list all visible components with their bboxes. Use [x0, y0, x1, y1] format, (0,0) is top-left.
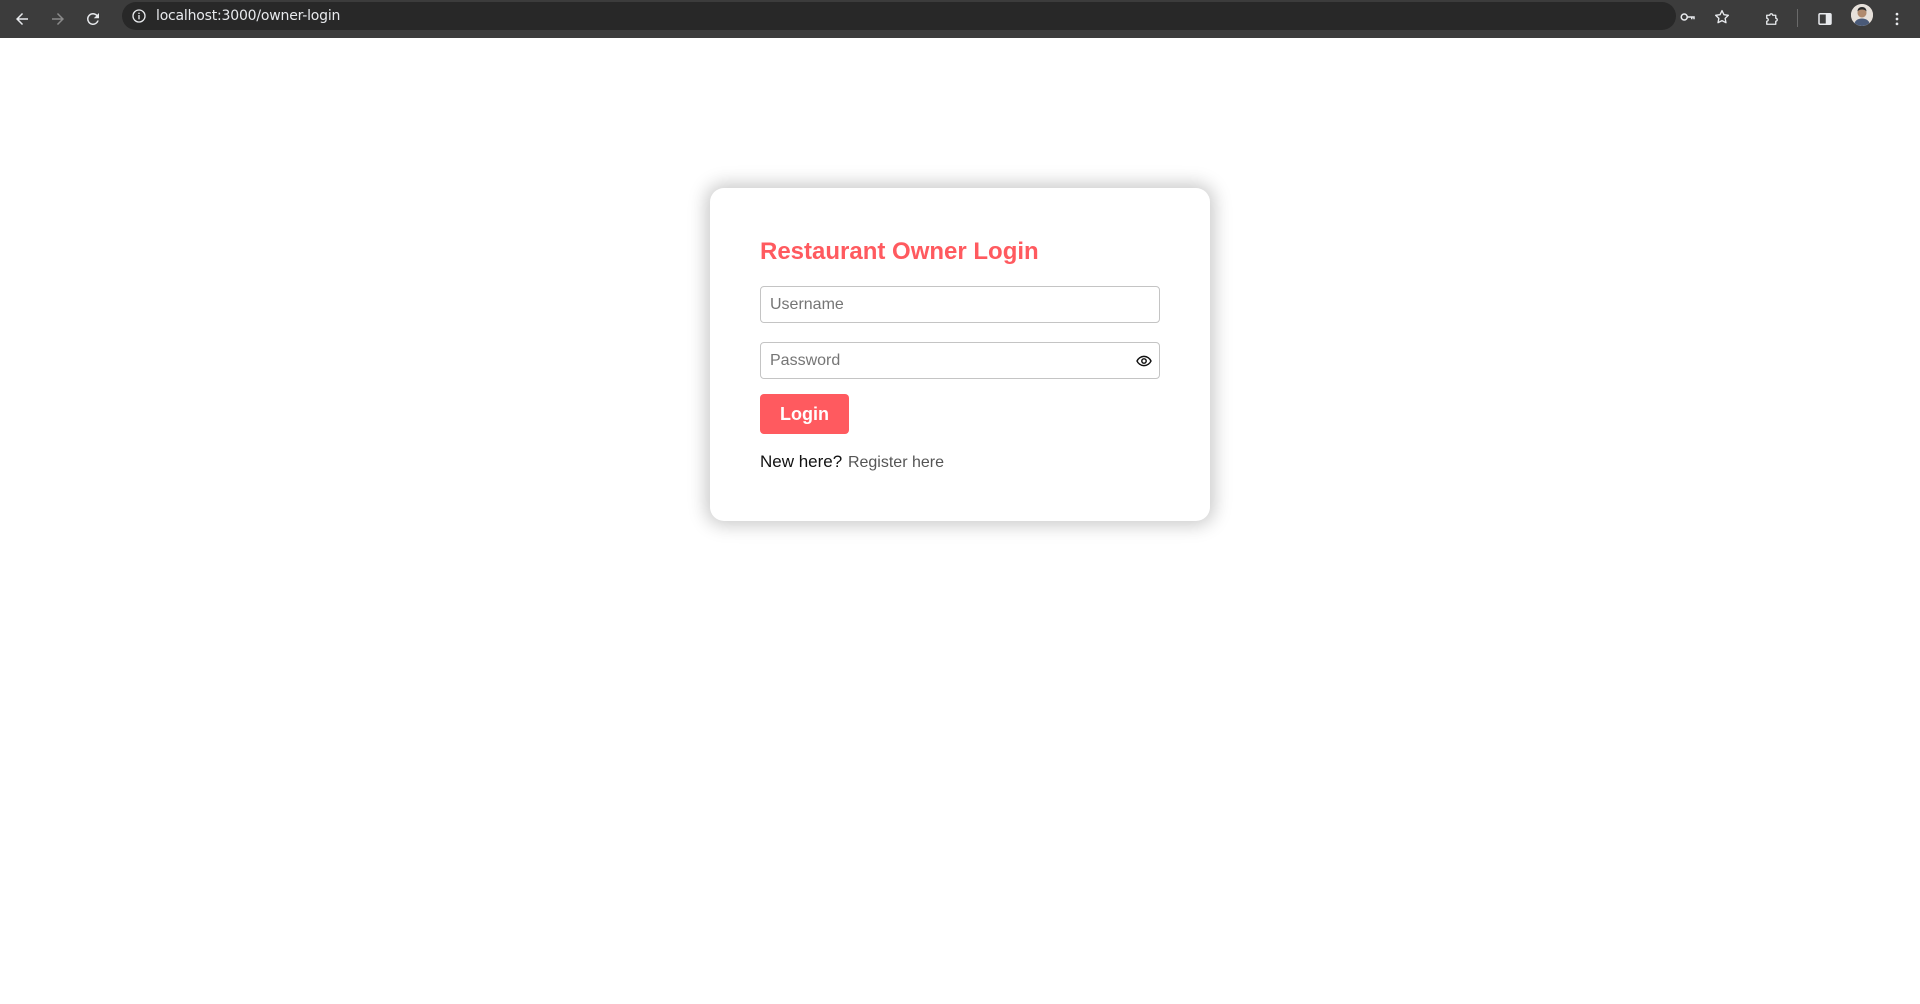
bookmark-button[interactable] — [1710, 5, 1734, 29]
password-manager-button[interactable] — [1676, 5, 1700, 29]
password-field[interactable] — [760, 342, 1160, 379]
site-info-button[interactable] — [128, 5, 150, 27]
arrow-right-icon — [52, 13, 64, 25]
back-button[interactable] — [7, 4, 37, 34]
info-icon — [132, 9, 146, 23]
browser-toolbar: localhost:3000/owner-login — [0, 0, 1920, 38]
address-bar[interactable]: localhost:3000/owner-login — [122, 2, 1730, 30]
username-input[interactable] — [761, 287, 1159, 322]
reload-icon — [86, 12, 99, 25]
username-field[interactable] — [760, 286, 1160, 323]
url-text[interactable]: localhost:3000/owner-login — [156, 8, 340, 24]
password-input[interactable] — [761, 343, 1159, 378]
new-here-text: New here? — [760, 452, 843, 471]
reload-button[interactable] — [78, 4, 108, 34]
page-title: Restaurant Owner Login — [760, 238, 1039, 265]
toolbar-divider — [1797, 9, 1798, 27]
extensions-button[interactable] — [1757, 4, 1787, 34]
register-link[interactable]: Register here — [848, 454, 944, 471]
puzzle-icon — [1766, 13, 1778, 25]
eye-icon — [1136, 355, 1152, 367]
forward-button[interactable] — [43, 4, 73, 34]
kebab-menu-icon — [1895, 12, 1899, 26]
side-panel-button[interactable] — [1810, 4, 1840, 34]
show-password-toggle[interactable] — [1135, 352, 1153, 370]
profile-avatar-icon — [1851, 4, 1873, 26]
register-prompt: New here? Register here — [760, 452, 944, 472]
star-icon — [1714, 9, 1730, 24]
side-panel-icon — [1818, 13, 1832, 25]
login-card: Restaurant Owner Login Login New here? R… — [710, 188, 1210, 521]
key-icon — [1680, 13, 1695, 21]
login-button[interactable]: Login — [760, 394, 849, 434]
avatar[interactable] — [1851, 4, 1873, 26]
arrow-left-icon — [16, 13, 28, 25]
browser-menu-button[interactable] — [1882, 4, 1912, 34]
